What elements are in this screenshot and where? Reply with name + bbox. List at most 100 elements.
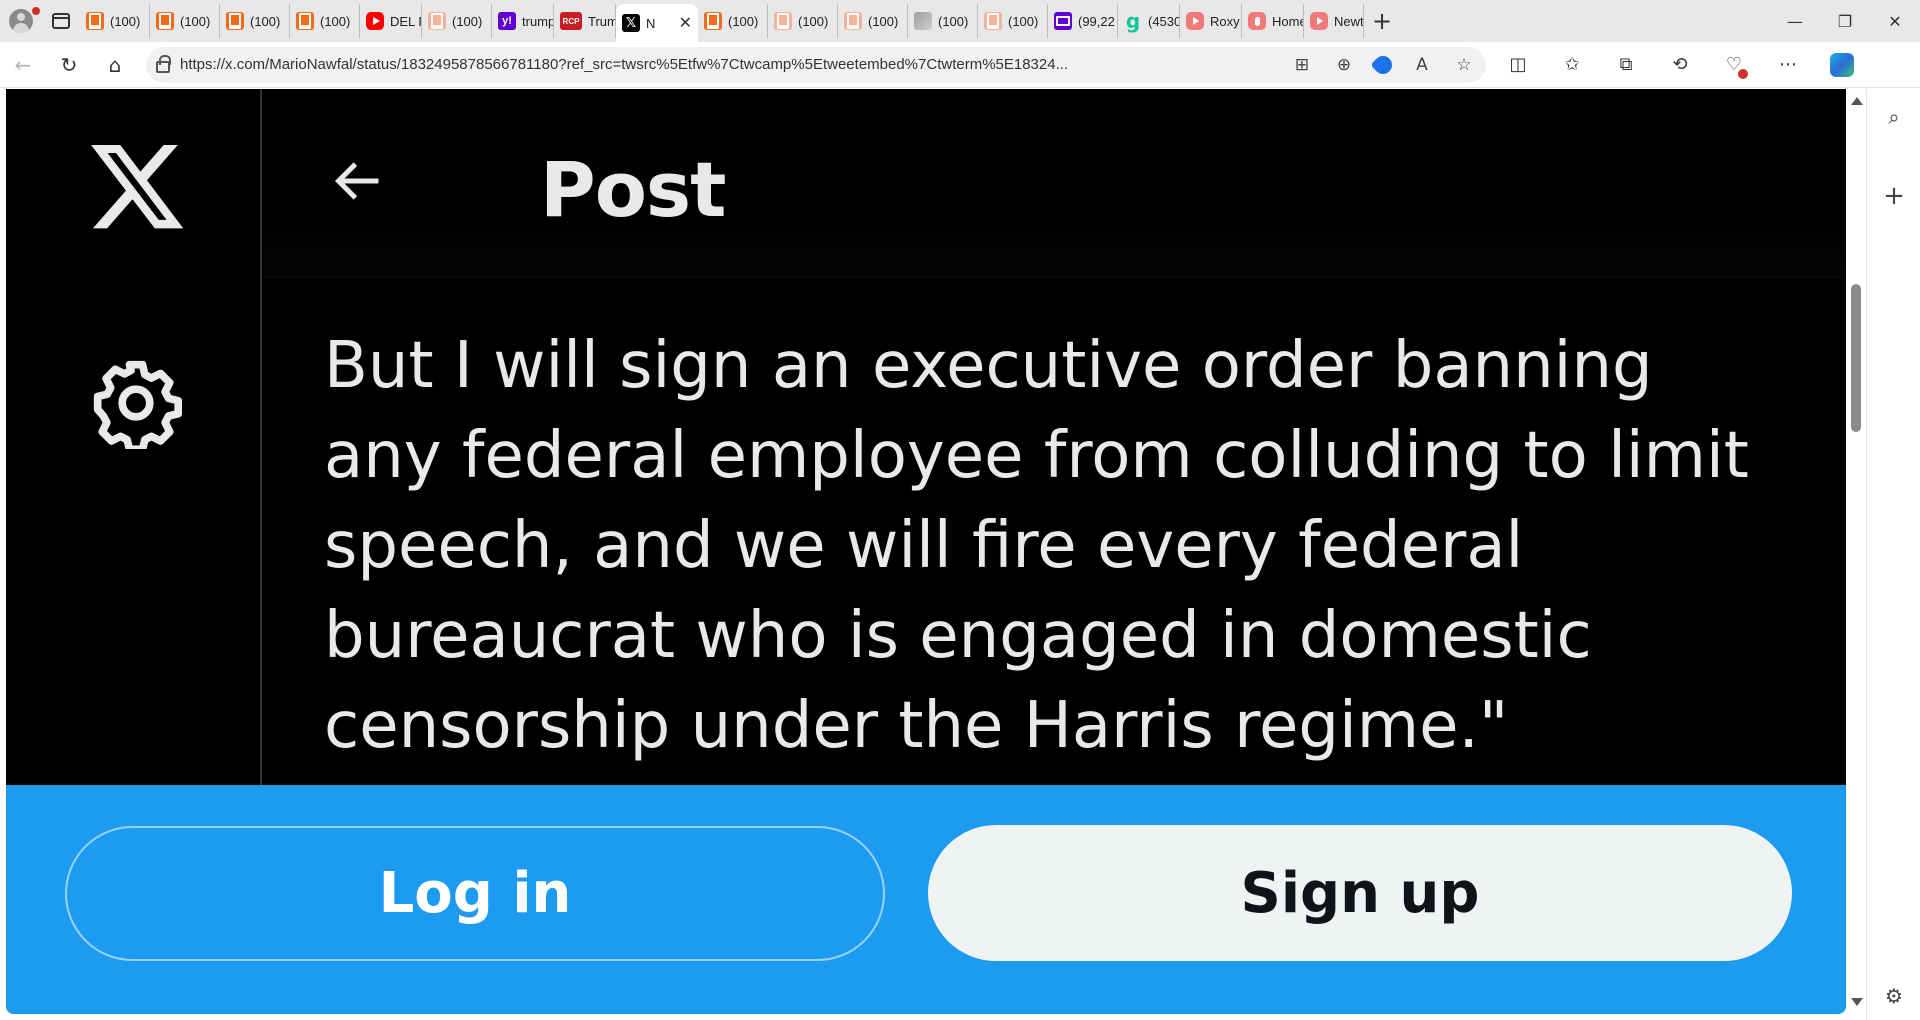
left-navigation [6,89,262,785]
substack-icon [428,12,446,30]
page-scrollbar[interactable] [1846,89,1866,1014]
close-window-button[interactable]: ✕ [1870,0,1920,42]
history-icon[interactable]: ⟲ [1658,47,1702,83]
settings-gear-icon[interactable] [90,357,182,449]
restore-button[interactable]: ❐ [1820,0,1870,42]
youtube-icon [1310,12,1328,30]
address-bar[interactable]: https://x.com/MarioNawfal/status/1832495… [146,46,1486,83]
scroll-down-arrow-icon[interactable] [1851,998,1863,1006]
tab-title: (99,22 [1078,13,1115,29]
tab[interactable]: (100) [220,4,290,38]
sidebar-search-icon[interactable]: ⌕ [1867,105,1920,129]
collections-icon[interactable]: ⧉ [1604,47,1648,83]
page-title: Post [540,145,726,234]
tab-active[interactable]: 𝕏 N ✕ [616,4,698,42]
substack-icon [704,12,722,30]
tab[interactable]: Roxy [1180,4,1242,38]
profile-icon [9,9,33,33]
new-tab-button[interactable]: + [1364,0,1400,42]
url-text[interactable]: https://x.com/MarioNawfal/status/1832495… [180,56,1220,73]
tab-title: (100) [1008,13,1039,29]
browser-sidebar: ⌕ + ⚙ [1866,89,1920,1020]
browser-tab-strip: (100)(100)(100)(100)DEL R(100)y!trumpRCP… [0,0,1920,42]
app-available-icon[interactable]: ⊞ [1290,55,1314,75]
tab[interactable]: RCP Trump [554,4,616,38]
tab-title: Home [1272,13,1304,29]
x-logo-icon[interactable] [84,145,190,239]
tab-list: (100)(100)(100)(100)DEL R(100)y!trumpRCP… [80,0,1364,42]
substack-icon [774,12,792,30]
tab[interactable]: (100) [838,4,908,38]
tab[interactable]: (100) [698,4,768,38]
substack-icon [156,12,174,30]
split-screen-icon[interactable]: ◫ [1496,47,1540,83]
youtube-icon [1186,12,1204,30]
favorites-icon[interactable]: ✩ [1550,47,1594,83]
tab[interactable]: g (4530 [1118,4,1180,38]
sidebar-add-icon[interactable]: + [1867,181,1920,211]
youtube-icon [366,12,384,30]
yahoo-mail-icon [1054,12,1072,30]
tab-actions-button[interactable] [42,0,80,42]
tab-title: trump [522,13,554,29]
favorite-star-icon[interactable]: ☆ [1452,55,1476,75]
back-button[interactable]: ← [0,42,46,88]
close-tab-icon[interactable]: ✕ [679,13,692,33]
scroll-thumb[interactable] [1851,284,1861,432]
browser-tool-icons: ◫ ✩ ⧉ ⟲ ♡ ⋯ [1496,47,1864,83]
minimize-button[interactable]: — [1770,0,1820,42]
podcast-icon [1248,12,1266,30]
tab[interactable]: DEL R [360,4,422,38]
tab[interactable]: (100) [908,4,978,38]
yahoo-icon: y! [498,12,516,30]
scroll-up-arrow-icon[interactable] [1851,97,1863,105]
tweet-text: But I will sign an executive order banni… [324,329,1749,763]
tab-title: (4530 [1148,13,1180,29]
more-menu-icon[interactable]: ⋯ [1766,47,1810,83]
login-button[interactable]: Log in [65,826,885,961]
tab[interactable]: Home [1242,4,1304,38]
signup-button[interactable]: Sign up [928,825,1792,961]
rcp-icon: RCP [560,12,582,30]
tab[interactable]: (100) [978,4,1048,38]
browser-essentials-icon[interactable]: ♡ [1712,47,1756,83]
tab-title: (100) [938,13,969,29]
zoom-icon[interactable]: ⊕ [1332,55,1356,75]
home-button[interactable]: ⌂ [92,42,138,88]
substack-icon [984,12,1002,30]
tab[interactable]: (100) [150,4,220,38]
sidebar-settings-icon[interactable]: ⚙ [1867,984,1920,1008]
tab-actions-icon [52,13,70,29]
read-aloud-icon[interactable]: A [1410,55,1434,75]
shopping-tag-icon[interactable] [1370,51,1396,78]
login-signup-bar: Log in Sign up [6,785,1846,1014]
tab-title: N [646,15,656,31]
substack-icon [226,12,244,30]
copilot-button[interactable] [1820,47,1864,83]
refresh-button[interactable]: ↻ [46,42,92,88]
back-arrow-icon[interactable] [326,151,386,211]
tab-title: (100) [452,13,483,29]
substack-icon [86,12,104,30]
substack-icon [296,12,314,30]
tab[interactable]: (100) [290,4,360,38]
tab[interactable]: Newt [1304,4,1364,38]
address-bar-icons: ⊞ ⊕ A ☆ [1290,51,1476,78]
copilot-icon [1830,52,1854,77]
tab[interactable]: (100) [422,4,492,38]
tab[interactable]: (100) [768,4,838,38]
profile-avatar[interactable] [0,0,42,42]
tab-title: (100) [180,13,211,29]
tab[interactable]: (100) [80,4,150,38]
tab[interactable]: y! trump [492,4,554,38]
alert-badge [1738,68,1748,79]
lock-icon[interactable] [156,54,171,73]
tab-title: (100) [320,13,351,29]
window-controls: — ❐ ✕ [1770,0,1920,42]
tab[interactable]: (99,22 [1048,4,1118,38]
tab-title: DEL R [390,13,421,29]
x-page: Post But I will sign an executive order … [6,89,1846,1014]
web-content: Post But I will sign an executive order … [0,89,1870,1020]
tab-title: (100) [250,13,281,29]
tab-title: Roxy [1210,13,1240,29]
